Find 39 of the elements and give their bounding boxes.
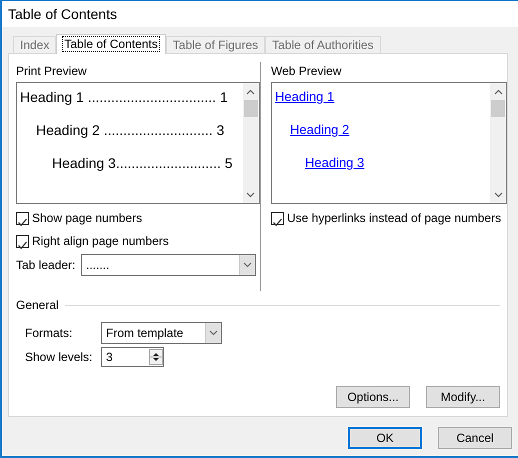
dialog-button[interactable]: Options... [336, 386, 410, 408]
window-title: Table of Contents [8, 6, 117, 22]
scroll-thumb[interactable] [491, 100, 505, 117]
dialog-button[interactable]: Cancel [438, 427, 512, 449]
field-label: Tab leader: [16, 257, 76, 274]
scroll-down-icon[interactable] [494, 192, 502, 198]
section-label: Print Preview [16, 63, 88, 80]
toc-entry: Heading 1 ................................. 1 [20, 88, 228, 107]
scroll-thumb[interactable] [244, 100, 258, 117]
dialog-button[interactable]: Modify... [426, 386, 500, 408]
spin-arrows-icon[interactable] [150, 350, 162, 364]
tab[interactable]: Table of Authorities [265, 36, 381, 53]
heading-link[interactable]: Heading 2 [290, 120, 350, 153]
checkbox-label: Show page numbers [32, 210, 142, 227]
tab[interactable]: Table of Contents [56, 34, 166, 54]
scroll-down-icon[interactable] [246, 192, 256, 198]
scrollbar[interactable] [242, 83, 259, 203]
checkbox[interactable] [16, 234, 29, 248]
tab[interactable]: Index [13, 36, 56, 53]
checkbox-label: Right align page numbers [32, 233, 169, 250]
section-label: Web Preview [270, 63, 342, 80]
tab[interactable]: Table of Figures [166, 36, 266, 53]
field-label: Formats: [25, 325, 74, 342]
dialog-button[interactable]: OK [348, 427, 422, 449]
heading-link[interactable]: Heading 3 [304, 153, 364, 186]
checkbox-label: Use hyperlinks instead of page numbers [286, 210, 502, 227]
checkbox[interactable] [16, 212, 29, 224]
scroll-up-icon[interactable] [246, 88, 256, 94]
checkbox[interactable] [270, 212, 284, 224]
formats-dropdown[interactable]: From template [101, 322, 222, 344]
toc-entry: Heading 2 ............................ 3 [36, 121, 224, 140]
heading-link[interactable]: Heading 1 [274, 87, 334, 120]
field-label: Show levels: [25, 349, 94, 366]
tab-leader-dropdown[interactable]: ....... [80, 254, 256, 276]
scroll-up-icon[interactable] [494, 88, 502, 94]
scrollbar[interactable] [490, 83, 506, 203]
section-label: General [16, 297, 59, 314]
levels-spinner[interactable]: 3 [101, 347, 164, 367]
toc-entry: Heading 3........................... 5 [52, 154, 233, 173]
